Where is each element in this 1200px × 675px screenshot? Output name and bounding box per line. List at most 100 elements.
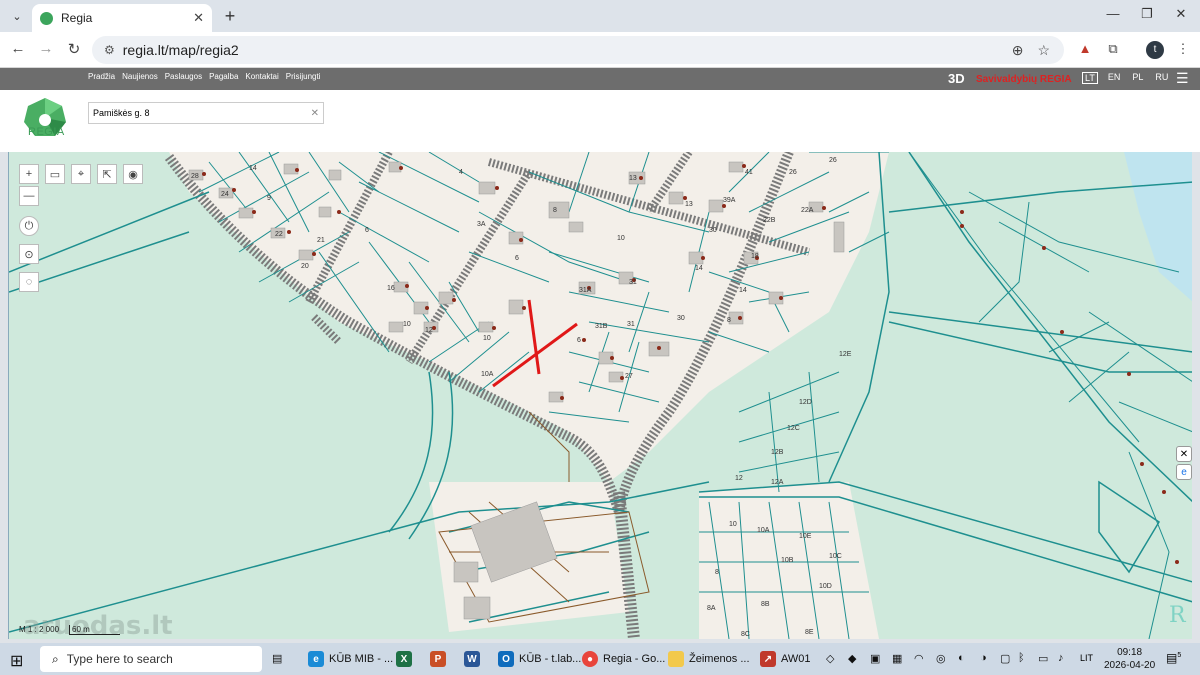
nav-paslaugos[interactable]: Paslaugos — [165, 72, 202, 81]
draw-shape-icon[interactable]: ◌ — [19, 272, 39, 292]
tray-icon[interactable]: ◎ — [936, 652, 946, 665]
extensions-icon[interactable]: ⧉ — [1104, 41, 1122, 59]
parcel-label: 8 — [727, 317, 731, 324]
chrome-icon: ● — [582, 651, 598, 667]
taskbar-excel-app[interactable]: X — [396, 646, 417, 672]
parcel-label: 10 — [483, 335, 491, 342]
zoom-icon[interactable]: ⊕ — [1012, 42, 1024, 59]
tab-search-button[interactable]: ⌄ — [6, 6, 28, 26]
parcel-label: 12B — [771, 449, 784, 456]
nav-pradzia[interactable]: Pradžia — [88, 72, 115, 81]
site-info-icon[interactable]: ⚙ — [104, 43, 115, 57]
parcel-label: 14 — [739, 287, 747, 294]
close-window-button[interactable]: ✕ — [1166, 6, 1196, 22]
parcel-label: 27 — [625, 373, 633, 380]
nav-prisijungti[interactable]: Prisijungti — [286, 72, 321, 81]
zoom-in-button[interactable]: + — [19, 164, 39, 184]
parcel-label: 10 — [729, 521, 737, 528]
pdf-extension-icon[interactable]: ▲ — [1076, 41, 1094, 59]
close-tab-icon[interactable]: ✕ — [193, 10, 204, 26]
reload-button[interactable]: ↻ — [64, 40, 84, 58]
bookmark-star-icon[interactable]: ☆ — [1037, 42, 1050, 59]
municipality-label[interactable]: Savivaldybių REGIA — [976, 74, 1072, 85]
scale-distance: 60 m — [69, 625, 120, 635]
taskbar-explorer-app[interactable]: Žeimenos ... — [668, 646, 750, 672]
taskbar-outlook-app[interactable]: O KŪB - t.lab... — [498, 646, 581, 672]
address-search-field[interactable]: ✕ — [88, 102, 324, 124]
close-panel-icon[interactable]: ✕ — [1176, 446, 1192, 462]
tray-icon[interactable]: ◐ — [958, 652, 965, 664]
parcel-label: 12E — [839, 351, 852, 358]
lang-ru[interactable]: RU — [1153, 72, 1170, 84]
browser-tab-bar: ⌄ Regia ✕ + — ❐ ✕ — [0, 0, 1200, 32]
target-icon[interactable]: ◉ — [123, 164, 143, 184]
taskbar-word-app[interactable]: W — [464, 646, 485, 672]
parcel-label: 26 — [829, 157, 837, 164]
mode-3d-link[interactable]: 3D — [948, 71, 965, 86]
parcel-label: 14 — [249, 165, 257, 172]
nav-naujienos[interactable]: Naujienos — [122, 72, 158, 81]
parcel-label: 21 — [317, 237, 325, 244]
tray-icon[interactable]: ▢ — [1000, 652, 1010, 665]
power-icon[interactable]: ⏻ — [19, 216, 39, 236]
parcel-label: 12 — [425, 327, 433, 334]
windows-taskbar: ⊞ ⌕ Type here to search ▤ e KŪB MIB - ..… — [0, 643, 1200, 675]
profile-avatar[interactable]: t — [1146, 41, 1164, 59]
windows-start-icon[interactable]: ⊞ — [10, 651, 23, 671]
browser-menu-icon[interactable]: ⋮ — [1174, 41, 1192, 59]
input-language[interactable]: LIT — [1080, 653, 1093, 663]
address-bar[interactable]: ⚙ regia.lt/map/regia2 ⊕ ☆ — [92, 36, 1064, 64]
tray-icon[interactable]: ◇ — [826, 652, 834, 665]
parcel-label: 6 — [515, 255, 519, 262]
parcel-label: 8E — [805, 629, 814, 636]
tray-icon[interactable]: ◑ — [980, 652, 987, 664]
gps-locate-icon[interactable]: ⊙ — [19, 244, 39, 264]
parcel-label: 26 — [789, 169, 797, 176]
layers-icon[interactable]: ▭ — [45, 164, 65, 184]
tray-icon[interactable]: ▦ — [892, 652, 902, 665]
system-clock[interactable]: 09:18 2026-04-20 — [1104, 646, 1155, 672]
taskbar-powerpoint-app[interactable]: P — [430, 646, 451, 672]
parcel-label: 13 — [685, 201, 693, 208]
taskbar-app-label: KŪB - t.lab... — [519, 653, 582, 665]
parcel-label: 39A — [723, 197, 736, 204]
taskbar-chrome-app[interactable]: ● Regia - Go... — [582, 646, 665, 672]
notification-icon[interactable]: ▤5 — [1166, 651, 1181, 665]
new-tab-button[interactable]: + — [220, 6, 240, 26]
bluetooth-icon[interactable]: ᛒ — [1018, 652, 1025, 664]
clear-search-icon[interactable]: ✕ — [311, 108, 319, 119]
tray-icon[interactable]: ▣ — [870, 652, 880, 665]
parcel-label: 22 — [275, 231, 283, 238]
share-icon[interactable]: ⇱ — [97, 164, 117, 184]
minimize-button[interactable]: — — [1098, 6, 1128, 21]
parcel-label: 10 — [617, 235, 625, 242]
parcel-label: 12A — [771, 479, 784, 486]
edge-panel-icon[interactable]: e — [1176, 464, 1192, 480]
map-canvas[interactable]: 28 26 24 14 9 22 21 20 6 16 10 12 4 3A 8… — [8, 152, 1192, 639]
wifi-icon[interactable]: ◠ — [914, 652, 924, 665]
parcel-label: 10D — [819, 583, 832, 590]
browser-tab[interactable]: Regia ✕ — [32, 4, 212, 32]
zoom-out-button[interactable]: — — [19, 186, 39, 206]
lang-en[interactable]: EN — [1106, 72, 1123, 84]
nav-pagalba[interactable]: Pagalba — [209, 72, 238, 81]
maximize-button[interactable]: ❐ — [1132, 6, 1162, 22]
regia-header: REGIA ✕ — [0, 90, 1200, 152]
tray-icon[interactable]: ◆ — [848, 652, 856, 665]
taskbar-aw01-app[interactable]: ↗ AW01 — [760, 646, 811, 672]
hamburger-menu-icon[interactable]: ☰ — [1176, 70, 1189, 87]
taskbar-search-box[interactable]: ⌕ Type here to search — [40, 646, 262, 672]
nav-kontaktai[interactable]: Kontaktai — [245, 72, 278, 81]
task-view-icon[interactable]: ▤ — [272, 652, 282, 665]
forward-button[interactable]: → — [36, 40, 56, 57]
lang-lt[interactable]: LT — [1082, 72, 1098, 84]
top-navigation: Pradžia Naujienos Paslaugos Pagalba Kont… — [88, 72, 320, 81]
volume-icon[interactable]: ♪ — [1058, 652, 1064, 664]
address-search-input[interactable] — [89, 108, 311, 118]
battery-icon[interactable]: ▭ — [1038, 652, 1048, 665]
lang-pl[interactable]: PL — [1130, 72, 1145, 84]
taskbar-edge-app[interactable]: e KŪB MIB - ... — [308, 646, 393, 672]
back-button[interactable]: ← — [8, 40, 28, 57]
location-pin-icon[interactable]: ⌖ — [71, 164, 91, 184]
chart-app-icon: ↗ — [760, 651, 776, 667]
